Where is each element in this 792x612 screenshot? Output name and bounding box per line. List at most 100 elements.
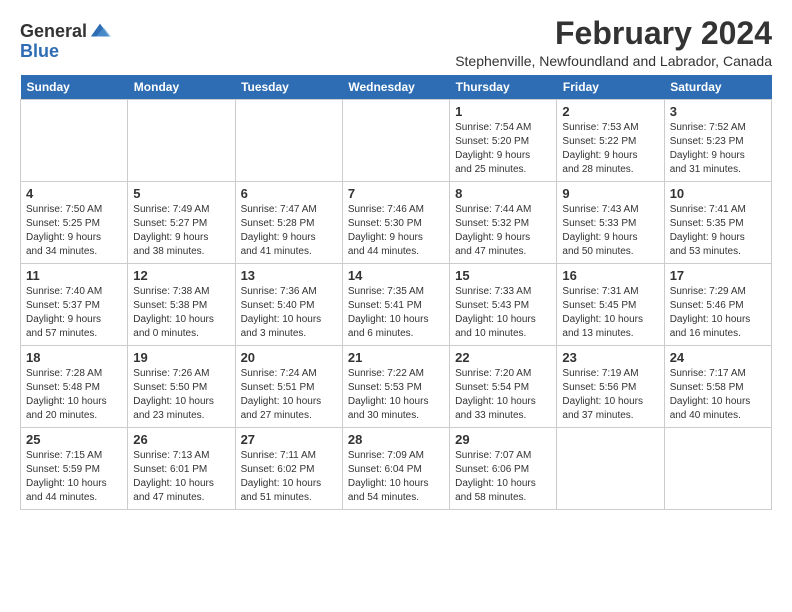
weekday-header-monday: Monday [128,75,235,100]
table-cell: 24Sunrise: 7:17 AMSunset: 5:58 PMDayligh… [664,346,771,428]
day-info-line: Sunset: 5:33 PM [562,218,636,229]
day-info-line: Sunset: 5:30 PM [348,218,422,229]
day-info-line: Sunset: 6:06 PM [455,464,529,475]
day-info-line: Sunrise: 7:24 AM [241,368,317,379]
day-info-line: and 44 minutes. [348,246,419,257]
day-info-line: Sunset: 6:04 PM [348,464,422,475]
day-info-line: Sunrise: 7:44 AM [455,204,531,215]
day-info-line: Sunrise: 7:50 AM [26,204,102,215]
day-info-line: Sunset: 5:23 PM [670,136,744,147]
day-info-line: Sunrise: 7:33 AM [455,286,531,297]
day-info: Sunrise: 7:43 AMSunset: 5:33 PMDaylight:… [562,203,658,259]
logo: General Blue [20,20,111,62]
table-cell: 22 Sunrise: 7:20 AMSunset: 5:54 PMDayligh… [450,346,557,428]
day-info-line: and 47 minutes. [455,246,526,257]
table-cell: 28Sunrise: 7:09 AMSunset: 6:04 PMDayligh… [342,428,449,510]
table-cell: 20Sunrise: 7:24 AMSunset: 5:51 PMDayligh… [235,346,342,428]
daylight-hours: Daylight: 10 hours [133,314,214,325]
day-info-line: Sunset: 5:45 PM [562,300,636,311]
day-number: 20 [241,350,337,365]
day-info-line: and 54 minutes. [348,492,419,503]
location-subtitle: Stephenville, Newfoundland and Labrador,… [455,53,772,69]
table-cell: 14Sunrise: 7:35 AMSunset: 5:41 PMDayligh… [342,264,449,346]
day-number: 4 [26,186,122,201]
day-info-line: Sunrise: 7:49 AM [133,204,209,215]
day-number: 24 [670,350,766,365]
day-number: 3 [670,104,766,119]
day-info-line: Sunrise: 7:36 AM [241,286,317,297]
day-info-line: Sunrise: 7:43 AM [562,204,638,215]
day-info-line: Sunrise: 7:40 AM [26,286,102,297]
day-info-line: and 28 minutes. [562,164,633,175]
daylight-hours: Daylight: 10 hours [562,396,643,407]
day-info-line: and 13 minutes. [562,328,633,339]
table-cell: 1Sunrise: 7:54 AMSunset: 5:20 PMDaylight… [450,100,557,182]
day-info-line: and 44 minutes. [26,492,97,503]
day-info: Sunrise: 7:09 AMSunset: 6:04 PMDaylight:… [348,449,444,505]
day-info-line: Sunrise: 7:28 AM [26,368,102,379]
table-cell [21,100,128,182]
day-info-line: Sunset: 5:38 PM [133,300,207,311]
day-info-line: and 50 minutes. [562,246,633,257]
day-number: 13 [241,268,337,283]
table-cell: 6Sunrise: 7:47 AMSunset: 5:28 PMDaylight… [235,182,342,264]
day-info-line: and 57 minutes. [26,328,97,339]
day-info-line: and 20 minutes. [26,410,97,421]
logo-text-blue: Blue [20,41,59,61]
day-info-line: Sunset: 5:22 PM [562,136,636,147]
day-info-line: and 58 minutes. [455,492,526,503]
day-info: Sunrise: 7:19 AMSunset: 5:56 PMDaylight:… [562,367,658,423]
day-info-line: Sunrise: 7:19 AM [562,368,638,379]
day-info: Sunrise: 7:28 AMSunset: 5:48 PMDaylight:… [26,367,122,423]
week-row-1: 1Sunrise: 7:54 AMSunset: 5:20 PMDaylight… [21,100,772,182]
day-info-line: and 25 minutes. [455,164,526,175]
day-info-line: Sunrise: 7:54 AM [455,122,531,133]
day-info-line: Sunset: 5:54 PM [455,382,529,393]
daylight-hours: Daylight: 10 hours [455,396,536,407]
day-info-line: Sunset: 6:01 PM [133,464,207,475]
day-info-line: and 10 minutes. [455,328,526,339]
day-number: 19 [133,350,229,365]
week-row-4: 18Sunrise: 7:28 AMSunset: 5:48 PMDayligh… [21,346,772,428]
table-cell: 27Sunrise: 7:11 AMSunset: 6:02 PMDayligh… [235,428,342,510]
table-cell: 12Sunrise: 7:38 AMSunset: 5:38 PMDayligh… [128,264,235,346]
day-info: Sunrise: 7:29 AMSunset: 5:46 PMDaylight:… [670,285,766,341]
day-number: 22 [455,350,551,365]
day-info: Sunrise: 7:50 AMSunset: 5:25 PMDaylight:… [26,203,122,259]
day-info: Sunrise: 7:15 AMSunset: 5:59 PMDaylight:… [26,449,122,505]
weekday-header-row: SundayMondayTuesdayWednesdayThursdayFrid… [21,75,772,100]
table-cell: 15Sunrise: 7:33 AMSunset: 5:43 PMDayligh… [450,264,557,346]
day-info: Sunrise: 7:13 AMSunset: 6:01 PMDaylight:… [133,449,229,505]
day-info-line: and 51 minutes. [241,492,312,503]
weekday-header-tuesday: Tuesday [235,75,342,100]
weekday-header-wednesday: Wednesday [342,75,449,100]
calendar-table: SundayMondayTuesdayWednesdayThursdayFrid… [20,75,772,510]
day-number: 14 [348,268,444,283]
day-number: 29 [455,432,551,447]
table-cell: 4Sunrise: 7:50 AMSunset: 5:25 PMDaylight… [21,182,128,264]
day-info-line: and 0 minutes. [133,328,199,339]
day-info: Sunrise: 7:52 AMSunset: 5:23 PMDaylight:… [670,121,766,177]
day-info-line: and 30 minutes. [348,410,419,421]
day-info: Sunrise: 7:41 AMSunset: 5:35 PMDaylight:… [670,203,766,259]
day-info-line: Sunset: 5:43 PM [455,300,529,311]
table-cell: 21Sunrise: 7:22 AMSunset: 5:53 PMDayligh… [342,346,449,428]
page-header: General Blue February 2024 Stephenville,… [20,16,772,69]
day-number: 5 [133,186,229,201]
day-number: 21 [348,350,444,365]
day-info-line: Sunset: 5:25 PM [26,218,100,229]
day-number: 1 [455,104,551,119]
day-info: Sunrise: 7:53 AMSunset: 5:22 PMDaylight:… [562,121,658,177]
daylight-hours: Daylight: 9 hours [133,232,208,243]
day-info-line: Sunrise: 7:38 AM [133,286,209,297]
daylight-hours: Daylight: 10 hours [241,396,322,407]
week-row-5: 25Sunrise: 7:15 AMSunset: 5:59 PMDayligh… [21,428,772,510]
day-info-line: and 34 minutes. [26,246,97,257]
day-info-line: Sunset: 5:20 PM [455,136,529,147]
day-number: 10 [670,186,766,201]
day-number: 6 [241,186,337,201]
day-info: Sunrise: 7:20 AMSunset: 5:54 PMDaylight:… [455,367,551,423]
table-cell: 5Sunrise: 7:49 AMSunset: 5:27 PMDaylight… [128,182,235,264]
day-info-line: Sunset: 5:35 PM [670,218,744,229]
day-info: Sunrise: 7:07 AMSunset: 6:06 PMDaylight:… [455,449,551,505]
